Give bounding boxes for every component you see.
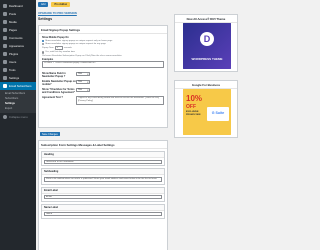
show-popup-label: Show Mobile Popup On	[42, 36, 69, 39]
media-icon	[3, 20, 7, 24]
agreement-textarea[interactable]: I agree to my e-mail being stored and us…	[76, 95, 164, 105]
plugin-icon	[3, 52, 7, 56]
sidebar-item-label: Dashboard	[9, 4, 23, 8]
collapse-icon	[3, 115, 7, 119]
sidebar-item-label: Pages	[9, 28, 17, 32]
sidebar-item-label: Plugins	[9, 52, 19, 56]
ad1-brand: WORDPRESS THEME	[191, 57, 223, 61]
upgrade-link[interactable]: UPGRADE TO PRO VERSION	[38, 11, 77, 15]
name-label-box: Name Label Name	[41, 203, 165, 219]
sidebar-item-plugins[interactable]: Plugins	[0, 50, 36, 58]
heading-input[interactable]: Subscribe to our newsletter	[44, 159, 162, 164]
sidebar-item-label: Media	[9, 20, 17, 24]
heading-box: Heading Subscribe to our newsletter	[41, 151, 165, 166]
sidebar-item-label: Users	[9, 60, 17, 64]
ad2-offer: 10%	[186, 94, 203, 103]
sidebar-item-label: Email Subscribers	[9, 84, 32, 88]
comment-icon	[3, 36, 7, 40]
admin-sidebar: Dashboard Posts Media Pages Comments Appearan…	[0, 0, 36, 250]
submenu-item[interactable]: Export	[0, 106, 36, 111]
sidebar-item-comments[interactable]: Comments	[0, 34, 36, 42]
user-icon	[3, 60, 7, 64]
subheading-box: Subheading Want to be notified when our …	[41, 168, 165, 185]
email-label-input[interactable]: Email	[44, 195, 162, 200]
sidebar-item-posts[interactable]: Posts	[0, 10, 36, 18]
divi-ad-banner[interactable]: D WORDPRESS THEME	[183, 23, 231, 69]
gsuite-logo: G Suite	[207, 107, 229, 121]
agreement-text-label: Agreement Text ?	[42, 95, 63, 99]
dashboard-icon	[3, 4, 7, 8]
panel-title: Email Signup Popup Settings	[39, 26, 167, 34]
name-field-select[interactable]: Yes	[76, 71, 90, 76]
messages-panel: Subscription Form Settings Messages & La…	[38, 140, 168, 250]
sidebar-item-email-subscribers[interactable]: Email Subscribers	[0, 82, 36, 90]
divi-ad-panel: Now All Access® DIVI Theme D WORDPRESS T…	[174, 14, 238, 72]
popup-note: On hover Newsletter Subscription Popup o…	[42, 54, 122, 57]
radio-any-label: Show newsletter signup popup on unique r…	[45, 43, 106, 46]
subheading-textarea[interactable]: Want to be notified when our article is …	[44, 176, 162, 183]
examples-textarea[interactable]: <a href="#" class="newsletter-popup">Sub…	[42, 60, 164, 68]
sidebar-item-settings[interactable]: Settings	[0, 74, 36, 82]
pro-addon-button[interactable]: Pro Addon	[51, 2, 71, 7]
panel-title: Subscription Form Settings Messages & La…	[39, 141, 167, 149]
delay-label: Popup Time	[42, 47, 54, 50]
sidebar-item-appearance[interactable]: Appearance	[0, 42, 36, 50]
sidebar-item-dashboard[interactable]: Dashboard	[0, 2, 36, 10]
delay-note: Yes, until last day random time	[45, 51, 75, 54]
popup-settings-panel: Email Signup Popup Settings Show Mobile …	[38, 25, 168, 128]
terms-checkbox-select[interactable]: Yes	[76, 87, 90, 92]
delay-input[interactable]: 5	[54, 46, 63, 51]
wrench-icon	[3, 68, 7, 72]
email-label-box: Email Label Email	[41, 186, 165, 202]
brush-icon	[3, 44, 7, 48]
terms-checkbox-label: Show "Checkbox for Terms and Conditions …	[42, 87, 76, 94]
radio-home-label: Show newsletter signup popup on unique r…	[45, 40, 113, 43]
delay-unit: seconds	[63, 47, 72, 50]
sidebar-item-users[interactable]: Users	[0, 58, 36, 66]
mobile-popup-select[interactable]: Yes	[76, 79, 90, 84]
sidebar-item-tools[interactable]: Tools	[0, 66, 36, 74]
ad2-off: OFF	[186, 104, 196, 110]
collapse-menu-button[interactable]: Collapse menu	[0, 113, 36, 121]
checkbox-random[interactable]	[42, 51, 45, 54]
pin-icon	[3, 12, 7, 16]
mobile-popup-label: Enable Newsletter Popup on mobile?	[42, 79, 76, 86]
name-label-input[interactable]: Name	[44, 212, 162, 217]
email-icon	[3, 84, 7, 88]
sidebar-item-pages[interactable]: Pages	[0, 26, 36, 34]
main-content: Add Pro Addon UPGRADE TO PRO VERSION Set…	[36, 0, 250, 250]
radio-any-page[interactable]	[42, 43, 45, 46]
settings-icon	[3, 76, 7, 80]
sidebar-item-label: Comments	[9, 36, 23, 40]
radio-home-page[interactable]	[42, 40, 45, 43]
ad2-title: Google For Business	[175, 81, 237, 89]
ad2-exclusive: EXCLUSIVE PROMOCODE	[186, 111, 201, 116]
admin-menu: Dashboard Posts Media Pages Comments Appearan…	[0, 2, 36, 82]
sidebar-item-media[interactable]: Media	[0, 18, 36, 26]
sidebar-item-label: Tools	[9, 68, 16, 72]
sidebar-item-label: Posts	[9, 12, 16, 16]
ad2-brand: G Suite	[211, 111, 225, 115]
divi-logo-icon: D	[200, 32, 214, 46]
collapse-label: Collapse menu	[9, 115, 28, 119]
submenu: Email Subscribers Subscribers Settings Expo…	[0, 90, 36, 113]
page-title: Settings	[38, 17, 53, 21]
gsuite-ad-panel: Google For Business 10% OFF EXCLUSIVE PR…	[174, 80, 238, 138]
save-changes-button[interactable]: Save Changes	[40, 132, 60, 136]
add-button[interactable]: Add	[38, 2, 49, 7]
ad1-title: Now All Access® DIVI Theme	[175, 15, 237, 23]
name-field-label: Show Name Field in Newsletter Popup ?	[42, 71, 66, 78]
gsuite-ad-banner[interactable]: 10% OFF EXCLUSIVE PROMOCODE G Suite	[183, 89, 231, 135]
page-icon	[3, 28, 7, 32]
sidebar-item-label: Appearance	[9, 44, 25, 48]
sidebar-item-label: Settings	[9, 76, 20, 80]
